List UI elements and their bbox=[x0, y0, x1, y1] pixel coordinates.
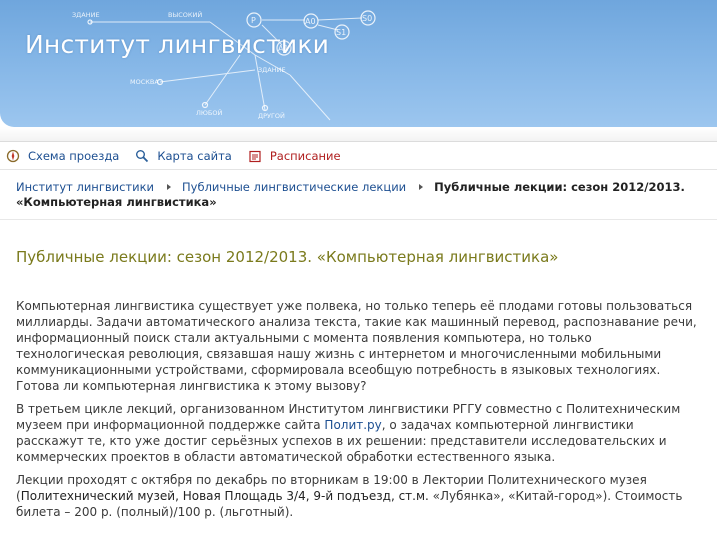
magnifier-icon bbox=[135, 149, 149, 163]
svg-text:ДРУГОЙ: ДРУГОЙ bbox=[258, 111, 285, 120]
divider bbox=[0, 219, 717, 220]
route-map-label: Схема проезда bbox=[28, 149, 120, 163]
divider bbox=[0, 169, 717, 170]
site-title[interactable]: Институт лингвистики bbox=[25, 30, 329, 59]
breadcrumb-arrow-icon bbox=[419, 183, 424, 190]
svg-text:S0: S0 bbox=[362, 14, 372, 23]
paragraph-intro: Компьютерная лингвистика существует уже … bbox=[16, 299, 697, 393]
sitemap-label: Карта сайта bbox=[157, 149, 232, 163]
svg-text:ЛЮБОЙ: ЛЮБОЙ bbox=[196, 108, 222, 117]
quick-links: Схема проезда Карта сайта Расписание bbox=[6, 147, 357, 165]
svg-text:ВЫСОКИЙ: ВЫСОКИЙ bbox=[168, 10, 202, 19]
schedule-link[interactable]: Расписание bbox=[248, 149, 341, 163]
article-body: Компьютерная лингвистика существует уже … bbox=[16, 298, 700, 527]
paragraph-cycle: В третьем цикле лекций, организованном И… bbox=[16, 402, 681, 464]
breadcrumb: Институт лингвистики Публичные лингвистич… bbox=[16, 180, 696, 210]
breadcrumb-arrow-icon bbox=[167, 183, 172, 190]
divider bbox=[0, 141, 717, 142]
paragraph-schedule: Лекции проходят с октября по декабрь по … bbox=[16, 473, 683, 519]
polit-ru-link[interactable]: Полит.ру bbox=[324, 418, 381, 432]
metro-stations: «Лубянка», «Китай-город» bbox=[432, 489, 603, 503]
site-header: P A0 S0 S1 A1 ЗДАНИЕ ВЫСОКИЙ МОСКВА ЗДАН… bbox=[0, 0, 717, 127]
header-strip bbox=[0, 127, 717, 141]
venue-address: Политехнический музей, Новая Площадь 3/4… bbox=[20, 489, 433, 503]
breadcrumb-home[interactable]: Институт лингвистики bbox=[16, 180, 154, 194]
breadcrumb-lectures[interactable]: Публичные лингвистические лекции bbox=[182, 180, 406, 194]
svg-text:S1: S1 bbox=[336, 28, 346, 37]
schedule-label: Расписание bbox=[269, 149, 341, 163]
route-map-link[interactable]: Схема проезда bbox=[6, 149, 119, 163]
page-title: Публичные лекции: сезон 2012/2013. «Комп… bbox=[16, 248, 559, 266]
compass-icon bbox=[6, 149, 20, 163]
calendar-icon bbox=[248, 149, 262, 163]
svg-text:A0: A0 bbox=[305, 17, 316, 26]
sitemap-link[interactable]: Карта сайта bbox=[135, 149, 232, 163]
svg-text:P: P bbox=[251, 16, 256, 25]
svg-text:МОСКВА: МОСКВА bbox=[130, 78, 159, 86]
svg-text:ЗДАНИЕ: ЗДАНИЕ bbox=[258, 66, 286, 74]
svg-text:ЗДАНИЕ: ЗДАНИЕ bbox=[72, 11, 100, 19]
semantic-graph-decoration: P A0 S0 S1 A1 ЗДАНИЕ ВЫСОКИЙ МОСКВА ЗДАН… bbox=[72, 10, 376, 121]
